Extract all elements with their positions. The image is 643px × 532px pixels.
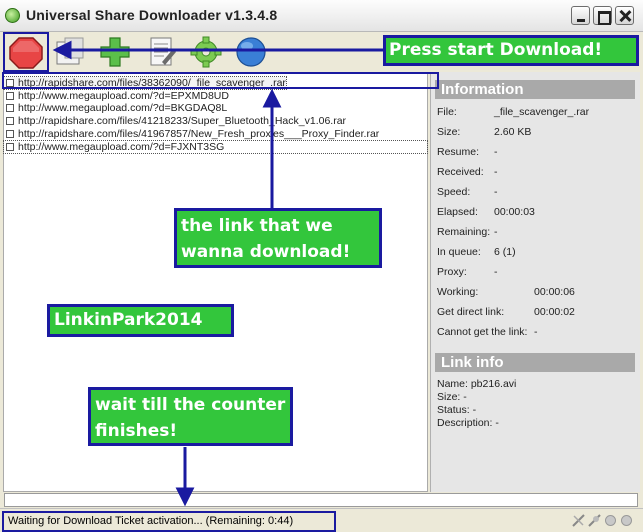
checkbox[interactable] (6, 130, 14, 138)
link-note: the link that we wanna download! (174, 208, 382, 268)
wait-note: wait till the counter finishes! (88, 387, 293, 446)
list-item[interactable]: http://www.megaupload.com/?d=BKGDAQ8L (4, 102, 227, 114)
selected-link-highlight (2, 72, 439, 89)
list-item[interactable]: http://rapidshare.com/files/41967857/New… (4, 128, 379, 140)
link-info-status: Status: - (437, 404, 477, 416)
link-info-size: Size: - (437, 391, 467, 403)
progress-bar (4, 493, 638, 507)
information-header: Information (435, 80, 635, 99)
list-item[interactable]: http://rapidshare.com/files/41218233/Sup… (4, 115, 346, 127)
received-label: Received: (437, 166, 484, 178)
working-label: Working: (437, 286, 479, 298)
window-icon (56, 37, 84, 65)
gear-icon (190, 36, 222, 68)
disconnected-icon (572, 514, 585, 527)
link-url: http://www.megaupload.com/?d=FJXNT3SG (18, 141, 225, 153)
status-text: Waiting for Download Ticket activation..… (2, 511, 336, 532)
remaining-value: - (494, 226, 498, 238)
link-url: http://www.megaupload.com/?d=EPXMD8UD (18, 90, 229, 102)
app-icon (5, 8, 20, 23)
elapsed-value: 00:00:03 (494, 206, 535, 218)
queue-label: In queue: (437, 246, 481, 258)
cannot-get-link-label: Cannot get the link: (437, 326, 528, 338)
proxy-value: - (494, 266, 498, 278)
queue-value: 6 (1) (494, 246, 516, 258)
maximize-button[interactable] (593, 6, 612, 25)
checkbox[interactable] (6, 92, 14, 100)
size-value: 2.60 KB (494, 126, 532, 138)
document-icon (150, 37, 176, 66)
username-note: LinkinPark2014 (47, 304, 234, 337)
status-icons (570, 513, 640, 530)
checkbox[interactable] (6, 117, 14, 125)
resume-label: Resume: (437, 146, 480, 158)
remaining-label: Remaining: (437, 226, 491, 238)
start-download-note: Press start Download! (383, 35, 639, 66)
add-link-button[interactable] (96, 34, 134, 70)
plus-icon (100, 37, 130, 67)
size-label: Size: (437, 126, 461, 138)
speed-label: Speed: (437, 186, 471, 198)
working-value: 00:00:06 (534, 286, 575, 298)
start-download-button[interactable] (3, 32, 49, 72)
elapsed-label: Elapsed: (437, 206, 478, 218)
settings-button[interactable] (187, 34, 225, 70)
edit-list-button[interactable] (142, 34, 180, 70)
status-dot-icon (605, 515, 616, 526)
checkbox[interactable] (6, 143, 14, 151)
globe-icon (236, 37, 266, 67)
link-url: http://rapidshare.com/files/41967857/New… (18, 128, 380, 140)
plug-icon (588, 514, 601, 527)
link-url: http://rapidshare.com/files/41218233/Sup… (18, 115, 347, 127)
cannot-get-link-value: - (534, 326, 538, 338)
proxy-label: Proxy: (437, 266, 467, 278)
title-bar: Universal Share Downloader v1.3.4.8 (0, 0, 643, 32)
file-value: _file_scavenger_.rar (494, 106, 590, 118)
checkbox[interactable] (6, 104, 14, 112)
link-info-description: Description: - (437, 417, 499, 429)
link-info-header: Link info (435, 353, 635, 372)
new-window-button[interactable] (51, 34, 89, 70)
minimize-button[interactable] (571, 6, 590, 25)
link-info-name: Name: pb216.avi (437, 378, 517, 390)
link-url: http://www.megaupload.com/?d=BKGDAQ8L (18, 102, 228, 114)
help-button[interactable] (232, 34, 270, 70)
direct-link-value: 00:00:02 (534, 306, 575, 318)
list-item[interactable]: http://www.megaupload.com/?d=EPXMD8UD (4, 90, 229, 102)
status-dot-icon (621, 515, 632, 526)
list-item[interactable]: http://www.megaupload.com/?d=FJXNT3SG (3, 140, 428, 154)
stop-sign-icon (9, 37, 43, 69)
file-label: File: (437, 106, 457, 118)
information-panel: Information File: _file_scavenger_.rar S… (430, 72, 640, 492)
received-value: - (494, 166, 498, 178)
close-button[interactable] (615, 6, 634, 25)
speed-value: - (494, 186, 498, 198)
window-title: Universal Share Downloader v1.3.4.8 (26, 7, 278, 23)
direct-link-label: Get direct link: (437, 306, 505, 318)
resume-value: - (494, 146, 498, 158)
status-bar: Waiting for Download Ticket activation..… (0, 508, 643, 532)
